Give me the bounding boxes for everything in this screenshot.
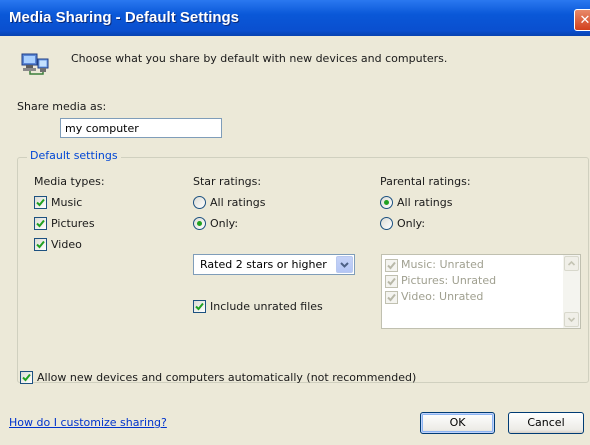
list-item-checkbox[interactable] — [385, 291, 398, 304]
list-item-label: Video: Unrated — [401, 290, 484, 303]
list-item-checkbox[interactable] — [385, 275, 398, 288]
dialog-body: Choose what you share by default with ne… — [0, 36, 590, 445]
star-ratings-heading: Star ratings: — [193, 175, 262, 188]
network-computers-icon — [20, 50, 50, 76]
allow-new-devices-label: Allow new devices and computers automati… — [37, 371, 417, 384]
parental-all-ratings-radio[interactable] — [380, 196, 393, 209]
check-icon — [36, 219, 45, 228]
parental-all-ratings-label: All ratings — [397, 196, 453, 209]
vertical-scrollbar[interactable] — [563, 255, 580, 328]
list-item-label: Pictures: Unrated — [401, 274, 497, 287]
check-icon — [387, 277, 396, 286]
star-only-radio[interactable] — [193, 217, 206, 230]
allow-new-devices-checkbox[interactable] — [20, 371, 33, 384]
star-rating-dropdown-value: Rated 2 stars or higher — [200, 258, 327, 271]
chevron-up-icon — [567, 260, 576, 266]
video-label: Video — [51, 238, 82, 251]
window-title: Media Sharing - Default Settings — [9, 9, 240, 26]
pictures-label: Pictures — [51, 217, 95, 230]
chevron-down-icon — [567, 317, 576, 323]
music-label: Music — [51, 196, 83, 209]
check-icon — [36, 240, 45, 249]
check-icon — [195, 302, 204, 311]
video-checkbox[interactable] — [34, 238, 47, 251]
close-button[interactable]: ✕ — [574, 9, 590, 31]
scroll-up-button[interactable] — [564, 256, 579, 271]
check-icon — [387, 261, 396, 270]
parental-ratings-heading: Parental ratings: — [380, 175, 471, 188]
default-settings-legend: Default settings — [27, 149, 121, 162]
scroll-down-button[interactable] — [564, 312, 579, 327]
parental-ratings-list[interactable]: Music: Unrated Pictures: Unrated Video: … — [381, 254, 581, 329]
chevron-down-icon — [340, 262, 349, 268]
share-media-label: Share media as: — [17, 100, 107, 113]
music-checkbox[interactable] — [34, 196, 47, 209]
pictures-checkbox[interactable] — [34, 217, 47, 230]
close-icon: ✕ — [579, 13, 590, 28]
list-item-checkbox[interactable] — [385, 259, 398, 272]
share-media-input[interactable]: my computer — [60, 118, 222, 138]
media-types-heading: Media types: — [34, 175, 105, 188]
star-only-label: Only: — [210, 217, 239, 230]
include-unrated-checkbox[interactable] — [193, 300, 206, 313]
list-item-label: Music: Unrated — [401, 258, 484, 271]
parental-only-label: Only: — [397, 217, 426, 230]
help-link[interactable]: How do I customize sharing? — [9, 416, 167, 429]
check-icon — [22, 373, 31, 382]
include-unrated-label: Include unrated files — [210, 300, 323, 313]
dropdown-arrow-button[interactable] — [336, 256, 353, 273]
cancel-button[interactable]: Cancel — [508, 412, 584, 434]
title-bar[interactable]: Media Sharing - Default Settings — [0, 0, 590, 36]
check-icon — [387, 293, 396, 302]
header-description: Choose what you share by default with ne… — [71, 52, 448, 65]
star-all-ratings-radio[interactable] — [193, 196, 206, 209]
ok-button[interactable]: OK — [420, 412, 495, 434]
star-all-ratings-label: All ratings — [210, 196, 266, 209]
check-icon — [36, 198, 45, 207]
star-rating-dropdown[interactable]: Rated 2 stars or higher — [193, 254, 355, 275]
parental-only-radio[interactable] — [380, 217, 393, 230]
